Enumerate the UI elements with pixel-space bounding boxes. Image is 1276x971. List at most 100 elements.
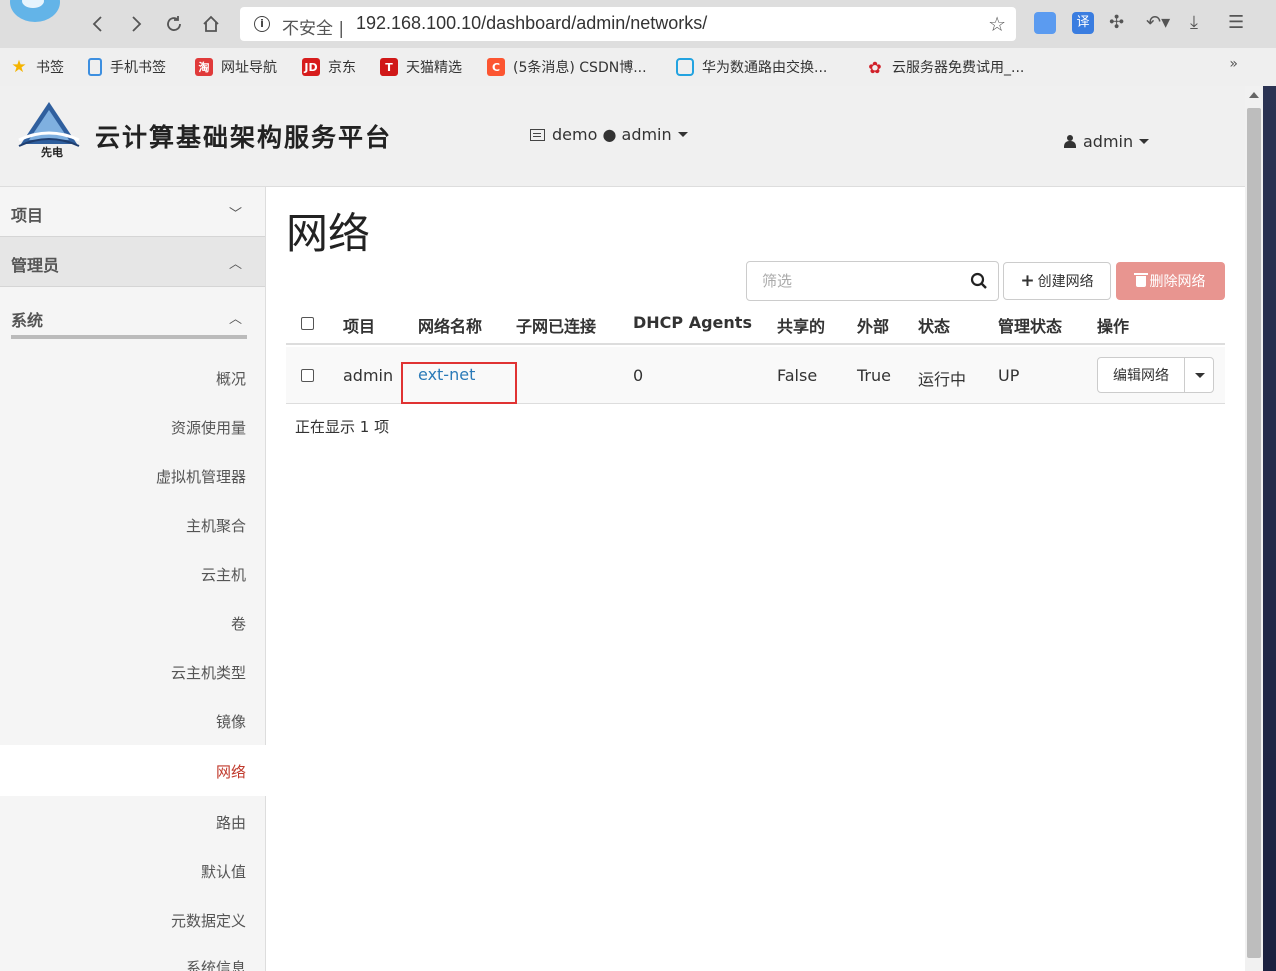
sidebar-item-usage[interactable]: 资源使用量 xyxy=(171,417,246,438)
bookmark-item[interactable]: 华为数通路由交换... xyxy=(676,57,827,77)
column-header-actions: 操作 xyxy=(1097,317,1130,336)
chevron-up-icon: ︿ xyxy=(229,257,243,272)
address-bar[interactable]: i 不安全 | 192.168.100.10/dashboard/admin/n… xyxy=(240,7,1016,41)
sidebar-item-system-info[interactable]: 系统信息 xyxy=(186,957,246,971)
section-label: 管理员 xyxy=(11,256,60,275)
browser-chrome: i 不安全 | 192.168.100.10/dashboard/admin/n… xyxy=(0,0,1276,86)
sidebar-item-images[interactable]: 镜像 xyxy=(216,711,246,732)
filter-field[interactable] xyxy=(746,261,999,301)
sidebar-item-overview[interactable]: 概况 xyxy=(216,368,246,389)
trash-icon xyxy=(1133,272,1148,287)
insecure-label: 不安全 | xyxy=(282,19,345,39)
select-all-checkbox[interactable] xyxy=(301,317,314,330)
sidebar-item-hypervisors[interactable]: 虚拟机管理器 xyxy=(156,466,246,487)
bookmark-item[interactable]: ✿ 云服务器免费试用_... xyxy=(866,57,1024,77)
menu-icon[interactable]: ☰ xyxy=(1228,12,1244,33)
column-header-admin-state[interactable]: 管理状态 xyxy=(998,313,1062,337)
user-icon xyxy=(1064,135,1076,148)
logo-text: 先电 xyxy=(41,145,63,158)
cell-admin-state: UP xyxy=(998,366,1020,385)
search-icon[interactable] xyxy=(970,272,988,290)
puzzle-icon[interactable]: ✣ xyxy=(1109,12,1124,33)
forward-icon[interactable] xyxy=(124,12,148,36)
list-icon xyxy=(530,128,545,141)
column-header-shared[interactable]: 共享的 xyxy=(777,313,825,337)
create-network-label: 创建网络 xyxy=(1037,274,1094,290)
bookmark-item[interactable]: JD 京东 xyxy=(302,57,356,77)
bookmark-item[interactable]: T 天猫精选 xyxy=(380,57,462,77)
star-icon: ★ xyxy=(11,57,27,77)
row-checkbox[interactable] xyxy=(301,369,314,382)
sidebar-item-instances[interactable]: 云主机 xyxy=(201,564,246,585)
home-icon[interactable] xyxy=(199,12,223,36)
column-header-name[interactable]: 网络名称 xyxy=(418,313,482,337)
section-label: 项目 xyxy=(11,206,44,225)
chevron-down-icon xyxy=(677,132,688,137)
download-icon[interactable]: ⤓ xyxy=(1190,12,1198,33)
back-icon[interactable] xyxy=(86,12,110,36)
user-dropdown[interactable]: admin xyxy=(1064,132,1150,151)
csdn-icon: C xyxy=(487,58,505,76)
bookmark-item[interactable]: ★ 书签 xyxy=(10,57,64,77)
sidebar-item-defaults[interactable]: 默认值 xyxy=(201,861,246,882)
sidebar-item-host-aggregates[interactable]: 主机聚合 xyxy=(186,515,246,536)
huawei-icon: ✿ xyxy=(868,57,882,77)
chevron-down-icon xyxy=(1139,139,1150,144)
bookmarks-bar: ★ 书签 手机书签 淘网址导航 JD 京东 T 天猫精选 C (5条消息) CSDN博.… xyxy=(0,48,1276,86)
context-label: demo ● admin xyxy=(552,125,672,144)
sidebar-item-volumes[interactable]: 卷 xyxy=(231,613,246,634)
url-text[interactable]: 192.168.100.10/dashboard/admin/networks/ xyxy=(356,13,707,34)
bookmark-star-icon[interactable]: ☆ xyxy=(988,12,1006,36)
row-actions-dropdown[interactable] xyxy=(1186,358,1214,392)
bookmark-item[interactable]: 淘网址导航 xyxy=(195,57,277,77)
cell-dhcp-agents: 0 xyxy=(633,366,644,385)
filter-input[interactable] xyxy=(748,263,953,299)
sidebar-section-admin[interactable]: 管理员 ︿ xyxy=(0,237,265,287)
more-bookmarks-icon[interactable]: » xyxy=(1229,56,1238,72)
sidebar-item-flavors[interactable]: 云主机类型 xyxy=(171,662,246,683)
sidebar-section-project[interactable]: 项目 ﹀ xyxy=(0,187,265,237)
project-context-dropdown[interactable]: demo ● admin xyxy=(530,125,688,144)
cell-project: admin xyxy=(343,366,394,385)
scroll-thumb[interactable] xyxy=(1247,108,1261,958)
edit-network-button[interactable]: 编辑网络 xyxy=(1098,358,1185,392)
bookmark-item[interactable]: 手机书签 xyxy=(88,57,166,77)
chevron-up-icon: ︿ xyxy=(229,312,243,327)
delete-network-button[interactable]: 删除网络 xyxy=(1116,262,1225,300)
jd-icon: JD xyxy=(302,58,320,76)
section-underline xyxy=(11,335,247,339)
column-header-project[interactable]: 项目 xyxy=(343,313,375,337)
create-network-button[interactable]: + 创建网络 xyxy=(1003,262,1111,300)
undo-icon[interactable]: ↶▾ xyxy=(1146,12,1170,33)
row-actions-group: 编辑网络 xyxy=(1097,357,1214,393)
browser-logo-icon xyxy=(10,0,60,22)
sidebar-item-metadata[interactable]: 元数据定义 xyxy=(171,910,246,931)
chevron-down-icon: ﹀ xyxy=(229,207,243,222)
bilibili-icon xyxy=(676,58,694,76)
item-count: 正在显示 1 项 xyxy=(295,418,390,436)
chevron-down-icon xyxy=(1195,372,1205,378)
sidebar-item-networks[interactable]: 网络 xyxy=(216,761,246,782)
browser-toolbar: i 不安全 | 192.168.100.10/dashboard/admin/n… xyxy=(0,0,1276,48)
scroll-up-arrow-icon[interactable] xyxy=(1249,92,1259,98)
page-title: 网络 xyxy=(286,209,371,258)
desktop-background xyxy=(1263,86,1276,971)
sidebar-item-routers[interactable]: 路由 xyxy=(216,812,246,833)
plus-icon: + xyxy=(1020,271,1035,291)
translate-icon[interactable]: 译 xyxy=(1072,12,1094,34)
column-header-subnets[interactable]: 子网已连接 xyxy=(516,313,596,337)
column-header-dhcp-agents[interactable]: DHCP Agents xyxy=(633,313,752,332)
annotation-highlight-box xyxy=(401,362,517,404)
tmall-icon: T xyxy=(380,58,398,76)
user-label: admin xyxy=(1083,132,1134,151)
cell-status: 运行中 xyxy=(918,370,967,389)
info-icon[interactable]: i xyxy=(254,16,270,32)
table-header-row: 项目 网络名称 子网已连接 DHCP Agents 共享的 外部 状态 管理状态… xyxy=(286,302,1225,345)
extension-icon[interactable] xyxy=(1034,12,1056,34)
column-header-external[interactable]: 外部 xyxy=(857,313,889,337)
bookmark-item[interactable]: C (5条消息) CSDN博... xyxy=(487,57,647,77)
column-header-status[interactable]: 状态 xyxy=(918,313,950,337)
phone-icon xyxy=(88,58,102,76)
reload-icon[interactable] xyxy=(162,12,186,36)
brand-logo-icon: 先电 xyxy=(18,102,80,158)
